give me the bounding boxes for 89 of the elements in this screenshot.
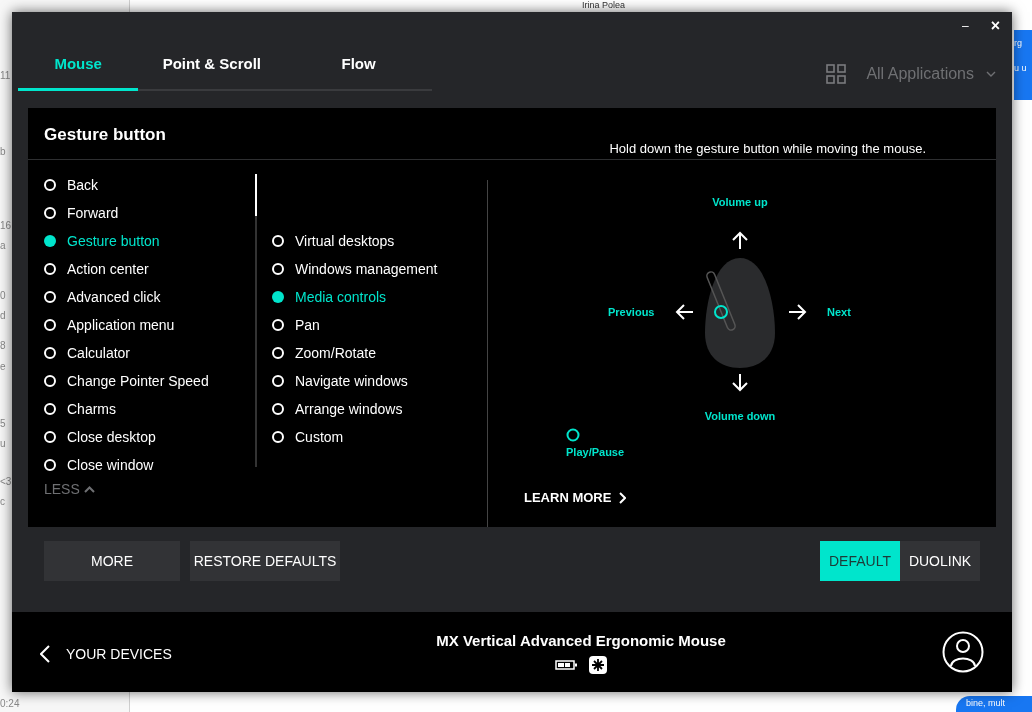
option-label[interactable]: Arrange windows bbox=[295, 398, 403, 420]
option-label[interactable]: Navigate windows bbox=[295, 370, 408, 392]
radio-unselected[interactable] bbox=[44, 179, 56, 191]
radio-unselected[interactable] bbox=[44, 207, 56, 219]
option-label[interactable]: Calculator bbox=[67, 342, 131, 364]
chevron-up-icon bbox=[83, 486, 95, 493]
option-label[interactable]: Gesture button bbox=[67, 230, 160, 252]
battery-icon bbox=[555, 660, 577, 671]
radio-unselected[interactable] bbox=[44, 347, 56, 359]
option-label[interactable]: Close desktop bbox=[67, 426, 156, 448]
wireless-receiver-icon bbox=[589, 656, 607, 675]
chevron-left-icon bbox=[40, 645, 50, 663]
panel-title: Gesture button bbox=[44, 124, 166, 146]
background-text: 16 bbox=[0, 220, 12, 232]
profile-toggle[interactable]: DUOLINK bbox=[900, 541, 980, 581]
option-label[interactable]: Application menu bbox=[67, 314, 175, 336]
radio-selected[interactable] bbox=[272, 291, 284, 303]
radio-unselected[interactable] bbox=[272, 235, 284, 247]
chevron-right-icon bbox=[619, 491, 627, 504]
radio-unselected[interactable] bbox=[272, 319, 284, 331]
option-label[interactable]: Back bbox=[67, 174, 99, 196]
radio-unselected[interactable] bbox=[272, 403, 284, 415]
background-text: rg bbox=[1014, 38, 1023, 49]
tab[interactable]: Mouse bbox=[18, 41, 139, 91]
option-label[interactable]: Charms bbox=[67, 398, 116, 420]
message-bubble: bine, mult bbox=[956, 696, 1032, 712]
arrow-left-icon bbox=[675, 302, 695, 322]
tab[interactable]: Flow bbox=[285, 41, 432, 91]
arrow-right-icon bbox=[787, 302, 807, 322]
click-indicator-icon bbox=[566, 428, 580, 442]
user-account-icon bbox=[942, 631, 984, 673]
minimize-button[interactable]: – bbox=[961, 17, 969, 35]
chevron-down-icon bbox=[986, 71, 996, 77]
background-text: e bbox=[0, 361, 6, 373]
background-text: 5 bbox=[0, 418, 6, 430]
background-text: 8 bbox=[0, 340, 6, 352]
option-label[interactable]: Virtual desktops bbox=[295, 230, 395, 252]
gesture-label: Previous bbox=[608, 305, 655, 320]
background-text: 0 bbox=[0, 290, 6, 302]
close-button[interactable]: × bbox=[990, 14, 1000, 38]
learn-more-link[interactable]: LEARN MORE bbox=[524, 488, 627, 508]
radio-unselected[interactable] bbox=[44, 459, 56, 471]
radio-unselected[interactable] bbox=[44, 291, 56, 303]
scrollbar-thumb bbox=[255, 174, 257, 216]
option-label[interactable]: Change Pointer Speed bbox=[67, 370, 209, 392]
radio-unselected[interactable] bbox=[272, 263, 284, 275]
gesture-label: Next bbox=[827, 305, 851, 320]
option-label[interactable]: Advanced click bbox=[67, 286, 161, 308]
device-name: MX Vertical Advanced Ergonomic Mouse bbox=[436, 630, 726, 651]
profile-toggle[interactable]: DEFAULT bbox=[820, 541, 900, 581]
background-text: c bbox=[0, 496, 5, 508]
background-text: d bbox=[0, 310, 6, 322]
radio-unselected[interactable] bbox=[272, 431, 284, 443]
radio-unselected[interactable] bbox=[44, 375, 56, 387]
gesture-label: Volume up bbox=[712, 195, 768, 210]
option-label[interactable]: Zoom/Rotate bbox=[295, 342, 376, 364]
gesture-label: Play/Pause bbox=[566, 445, 625, 460]
background-text: <3 bbox=[0, 476, 12, 488]
restore-defaults-button[interactable]: RESTORE DEFAULTS bbox=[190, 541, 340, 581]
background-text: 0:24 bbox=[0, 698, 20, 710]
option-label[interactable]: Close window bbox=[67, 454, 154, 476]
option-label[interactable]: Custom bbox=[295, 426, 344, 448]
option-label[interactable]: Action center bbox=[67, 258, 149, 280]
background-text: a bbox=[0, 240, 6, 252]
background-text: b bbox=[0, 146, 6, 158]
radio-selected[interactable] bbox=[44, 235, 56, 247]
background-text: u u bbox=[1014, 63, 1028, 74]
arrow-down-icon bbox=[730, 372, 750, 392]
radio-unselected[interactable] bbox=[272, 347, 284, 359]
more-button[interactable]: MORE bbox=[44, 541, 180, 581]
background-text: u bbox=[0, 438, 6, 450]
background-text: 11 bbox=[0, 70, 11, 82]
arrow-up-icon bbox=[730, 230, 750, 251]
background-text: Irina Polea bbox=[582, 0, 626, 11]
panel-hint: Hold down the gesture button while moving the mouse. bbox=[609, 140, 926, 158]
grid-icon bbox=[826, 64, 847, 84]
radio-unselected[interactable] bbox=[44, 431, 56, 443]
option-label[interactable]: Pan bbox=[295, 314, 320, 336]
radio-unselected[interactable] bbox=[44, 403, 56, 415]
gesture-label: Volume down bbox=[704, 409, 776, 424]
option-label[interactable]: Media controls bbox=[295, 286, 387, 308]
tab[interactable]: Point & Scroll bbox=[138, 41, 286, 91]
option-label[interactable]: Windows management bbox=[295, 258, 438, 280]
radio-unselected[interactable] bbox=[272, 375, 284, 387]
less-button[interactable]: LESS bbox=[44, 479, 95, 500]
option-label[interactable]: Forward bbox=[67, 202, 119, 224]
radio-unselected[interactable] bbox=[44, 319, 56, 331]
your-devices-button[interactable]: YOUR DEVICES bbox=[40, 643, 300, 665]
radio-unselected[interactable] bbox=[44, 263, 56, 275]
